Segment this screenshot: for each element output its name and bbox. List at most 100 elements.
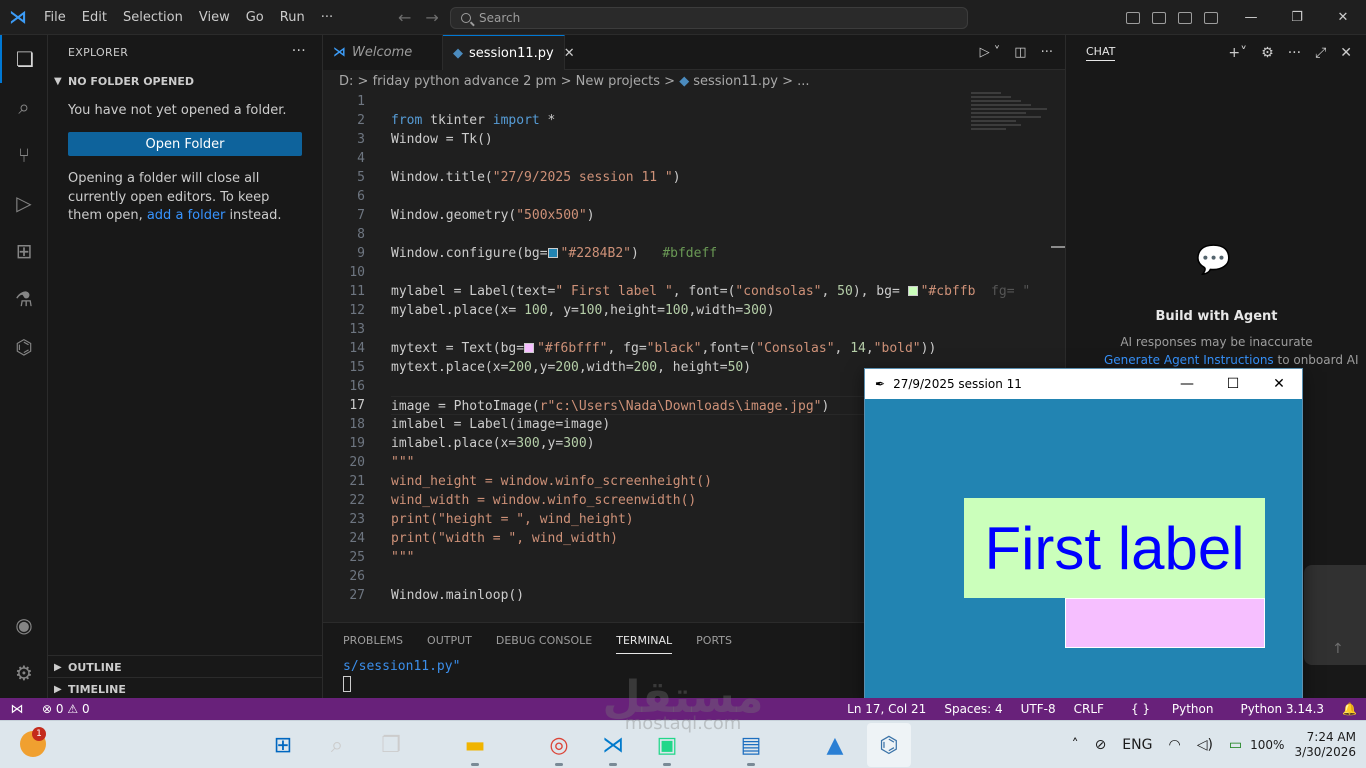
toggle-secondary-sidebar-icon[interactable] <box>1204 11 1218 24</box>
explorer-icon[interactable]: ❏ <box>0 35 48 83</box>
close-icon[interactable]: ✕ <box>1340 45 1352 61</box>
chevron-up-icon[interactable]: ˄ <box>1064 737 1087 753</box>
new-chat-icon[interactable]: +˅ <box>1228 45 1247 61</box>
line-ending[interactable]: CRLF <box>1065 702 1113 716</box>
breadcrumb-file[interactable]: session11.py <box>693 74 778 89</box>
tab-problems[interactable]: PROBLEMS <box>343 623 403 658</box>
breadcrumb-folder-1[interactable]: friday python advance 2 pm <box>373 74 557 89</box>
toggle-panel-icon[interactable] <box>1178 11 1192 24</box>
more-actions-icon[interactable]: ··· <box>1041 45 1053 60</box>
send-arrow-icon[interactable]: ↑ <box>1332 641 1344 657</box>
code-line-7[interactable]: Window.geometry("500x500") <box>391 206 1031 225</box>
language-mode[interactable]: { } Python <box>1113 702 1232 716</box>
color-swatch[interactable] <box>524 343 535 353</box>
close-icon[interactable]: ✕ <box>1256 369 1302 399</box>
run-python-icon[interactable]: ▷ ˅ <box>980 45 1001 60</box>
code-line-2[interactable]: from tkinter import * <box>391 111 1031 130</box>
minimap[interactable] <box>971 92 1051 162</box>
close-tab-icon[interactable]: ✕ <box>564 46 575 61</box>
code-line-14[interactable]: mytext = Text(bg= "#f6bfff", fg="black",f… <box>391 339 1031 358</box>
indentation[interactable]: Spaces: 4 <box>935 702 1011 716</box>
bell-icon[interactable]: 🔔 <box>1333 702 1366 716</box>
tab-session11[interactable]: ◆ session11.py ✕ <box>443 35 575 70</box>
extensions-icon[interactable]: ⊞ <box>0 227 48 275</box>
text-widget[interactable] <box>1065 598 1265 648</box>
timeline-section[interactable]: ▶ TIMELINE <box>48 677 322 700</box>
code-line-3[interactable]: Window = Tk() <box>391 130 1031 149</box>
volume-icon[interactable]: ◁) <box>1189 737 1221 753</box>
layout-customize-icon[interactable] <box>1126 11 1140 24</box>
add-folder-link[interactable]: add a <box>147 208 184 223</box>
toggle-sidebar-icon[interactable] <box>1152 11 1166 24</box>
python-interpreter[interactable]: Python 3.14.3 <box>1231 702 1333 716</box>
manage-gear-icon[interactable]: ⚙ <box>0 649 48 697</box>
breadcrumb-folder-2[interactable]: New projects <box>576 74 660 89</box>
vscode-icon[interactable]: ⋊ <box>591 723 635 767</box>
python-icon[interactable]: ⌬ <box>0 323 48 371</box>
minimize-icon[interactable]: — <box>1228 0 1274 35</box>
code-line-6[interactable] <box>391 187 1031 206</box>
code-line-12[interactable]: mylabel.place(x= 100, y=100,height=100,w… <box>391 301 1031 320</box>
code-line-10[interactable] <box>391 263 1031 282</box>
tab-ports[interactable]: PORTS <box>696 623 732 658</box>
forward-arrow-icon[interactable]: → <box>425 8 438 27</box>
code-line-13[interactable] <box>391 320 1031 339</box>
windows-start-icon[interactable]: ⊞ <box>261 723 305 767</box>
run-debug-icon[interactable]: ▷ <box>0 179 48 227</box>
settings-gear-icon[interactable]: ⚙ <box>1261 45 1274 61</box>
cursor-position[interactable]: Ln 17, Col 21 <box>838 702 935 716</box>
language-indicator[interactable]: ENG <box>1114 737 1160 753</box>
battery-icon[interactable]: ▭ <box>1221 737 1250 753</box>
generate-instructions-link[interactable]: Generate Agent Instructions <box>1104 353 1274 367</box>
split-editor-icon[interactable]: ◫ <box>1014 45 1026 60</box>
code-line-5[interactable]: Window.title("27/9/2025 session 11 ") <box>391 168 1031 187</box>
clock[interactable]: 7:24 AM 3/30/2026 <box>1284 730 1366 760</box>
open-folder-button[interactable]: Open Folder <box>68 132 302 156</box>
close-icon[interactable]: ✕ <box>1320 0 1366 35</box>
tab-terminal[interactable]: TERMINAL <box>616 627 673 654</box>
code-line-8[interactable] <box>391 225 1031 244</box>
source-control-icon[interactable]: ⑂ <box>0 131 48 179</box>
maximize-icon[interactable]: ☐ <box>1210 369 1256 399</box>
encoding[interactable]: UTF-8 <box>1012 702 1065 716</box>
notepad-icon[interactable]: ▤ <box>729 723 773 767</box>
more-actions-icon[interactable]: ··· <box>1288 45 1301 61</box>
no-folder-section[interactable]: ▼ NO FOLDER OPENED <box>48 70 322 92</box>
menu-go[interactable]: Go <box>238 0 272 35</box>
breadcrumb-symbol[interactable]: ... <box>797 74 809 89</box>
tab-welcome[interactable]: ⋊ Welcome <box>323 35 443 70</box>
color-swatch[interactable] <box>547 248 558 258</box>
python-idle-icon[interactable]: ⌬ <box>867 723 911 767</box>
testing-icon[interactable]: ⚗ <box>0 275 48 323</box>
maximize-icon[interactable]: ⤢ <box>1315 45 1326 61</box>
chrome-icon[interactable]: ◎ <box>537 723 581 767</box>
outline-section[interactable]: ▶ OUTLINE <box>48 655 322 678</box>
code-line-4[interactable] <box>391 149 1031 168</box>
more-actions-icon[interactable]: ··· <box>292 43 306 59</box>
photos-icon[interactable]: ▲ <box>813 723 857 767</box>
menu-selection[interactable]: Selection <box>115 0 191 35</box>
problems-status[interactable]: ⊗ 0 ⚠ 0 <box>42 702 90 716</box>
menu-file[interactable]: File <box>36 0 74 35</box>
tab-debug-console[interactable]: DEBUG CONSOLE <box>496 623 592 658</box>
code-line-11[interactable]: mylabel = Label(text=" First label ", fo… <box>391 282 1031 301</box>
back-arrow-icon[interactable]: ← <box>398 8 411 27</box>
scrollbar[interactable] <box>1051 246 1065 248</box>
menu-view[interactable]: View <box>191 0 238 35</box>
network-off-icon[interactable]: ⊘ <box>1087 737 1115 753</box>
file-explorer-icon[interactable]: ▬ <box>453 723 497 767</box>
wifi-icon[interactable]: ◠ <box>1160 737 1188 753</box>
remote-icon[interactable]: ⋈ <box>0 698 34 720</box>
search-icon[interactable]: ⌕ <box>0 83 48 131</box>
minimize-icon[interactable]: — <box>1164 369 1210 399</box>
restore-icon[interactable]: ❐ <box>1274 0 1320 35</box>
search-icon[interactable]: ⌕ <box>315 723 359 767</box>
menu-more[interactable]: ··· <box>313 0 341 35</box>
pycharm-icon[interactable]: ▣ <box>645 723 689 767</box>
breadcrumb-drive[interactable]: D: <box>339 74 353 89</box>
menu-edit[interactable]: Edit <box>74 0 115 35</box>
color-swatch[interactable] <box>907 286 918 296</box>
code-line-9[interactable]: Window.configure(bg= "#2284B2") #bfdeff <box>391 244 1031 263</box>
menu-run[interactable]: Run <box>272 0 313 35</box>
accounts-icon[interactable]: ◉ <box>0 601 48 649</box>
